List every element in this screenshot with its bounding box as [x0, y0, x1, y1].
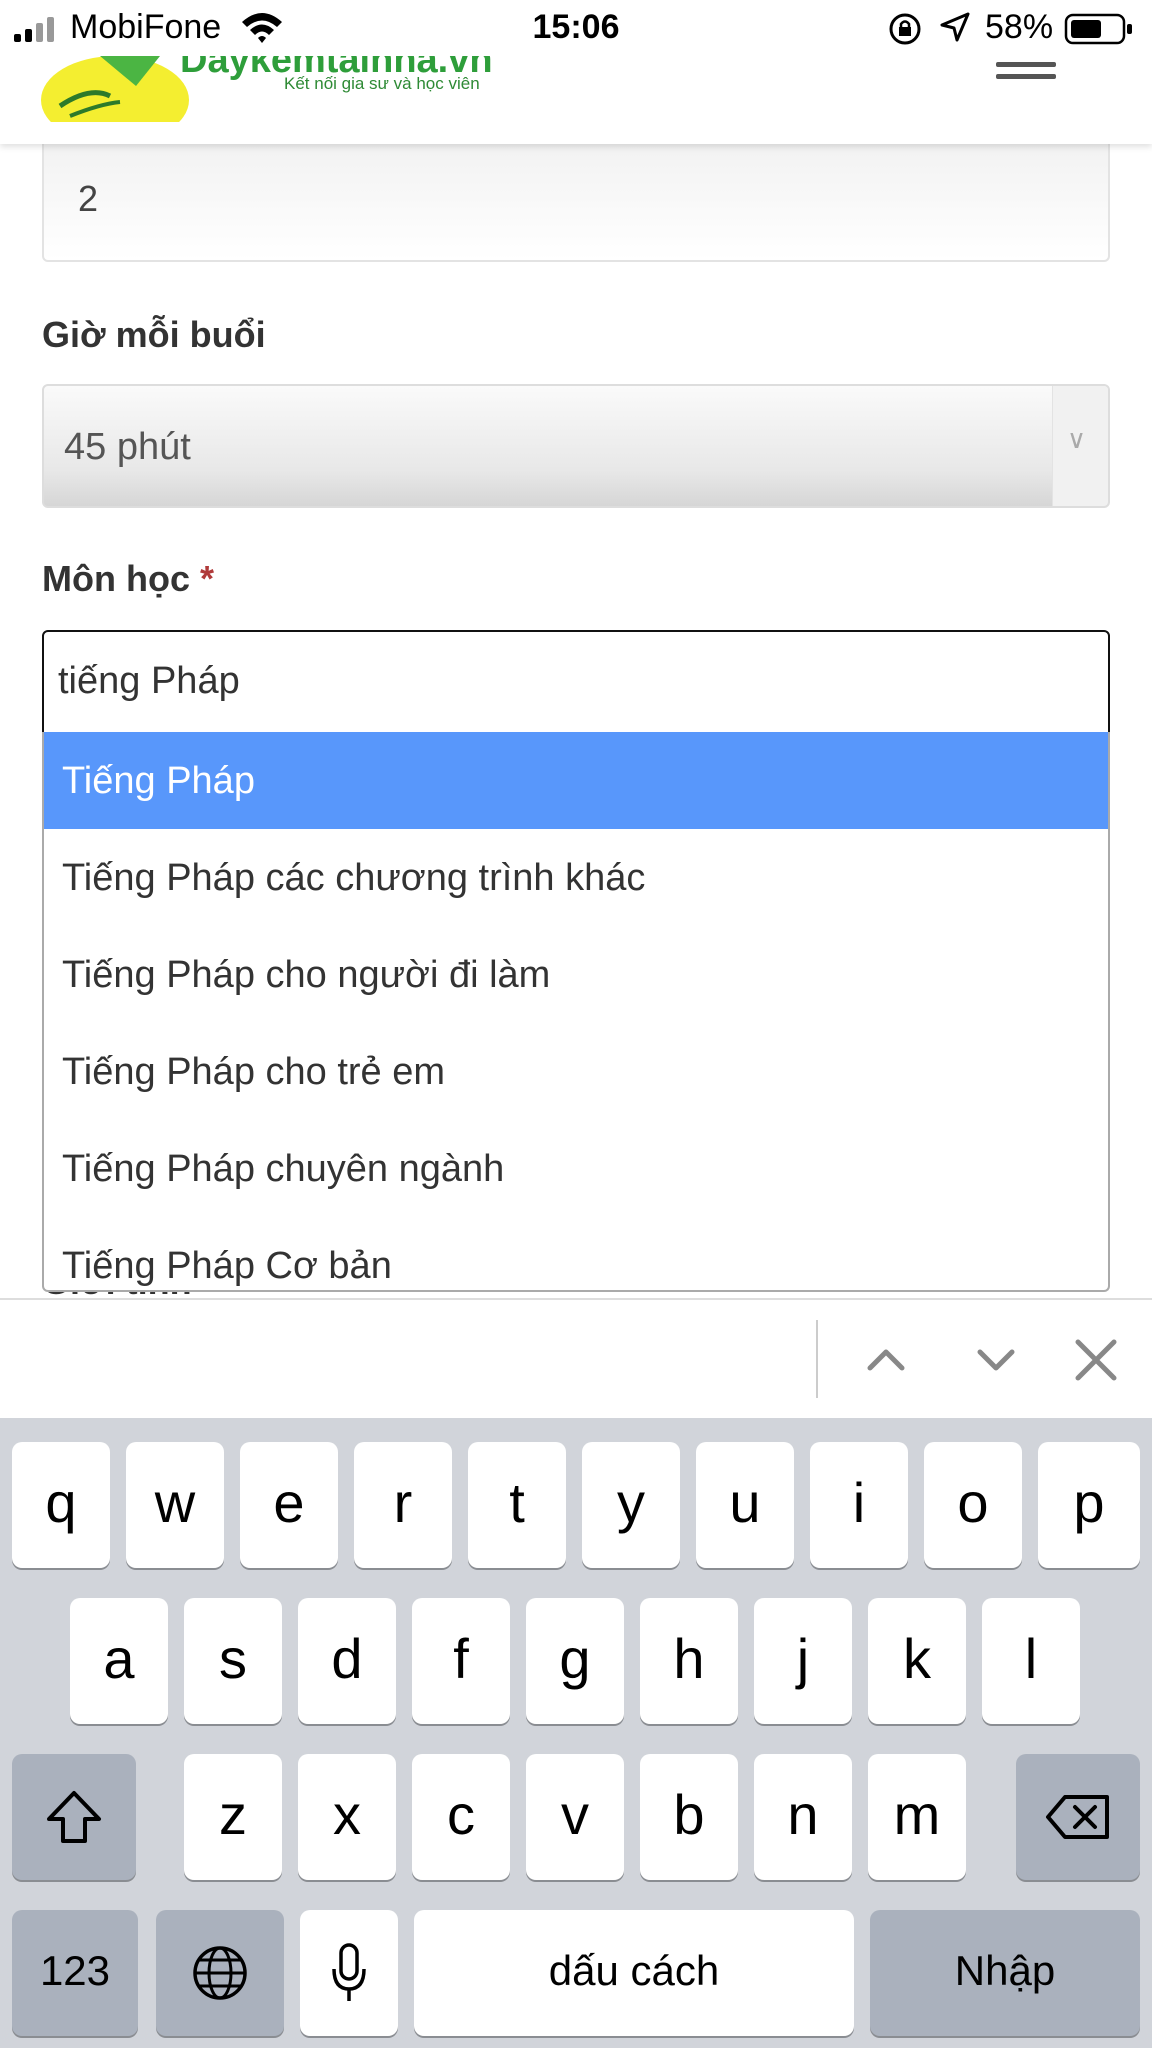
key-w[interactable]: w	[126, 1442, 224, 1568]
key-l[interactable]: l	[982, 1598, 1080, 1724]
subject-search-text: tiếng Pháp	[58, 660, 240, 702]
key-r[interactable]: r	[354, 1442, 452, 1568]
shift-key[interactable]	[12, 1754, 136, 1880]
dropdown-option[interactable]: Tiếng Pháp cho người đi làm	[44, 926, 1108, 1023]
key-p[interactable]: p	[1038, 1442, 1140, 1568]
key-i[interactable]: i	[810, 1442, 908, 1568]
backspace-icon	[1046, 1795, 1109, 1839]
subject-dropdown: Tiếng Pháp Tiếng Pháp các chương trình k…	[42, 732, 1110, 1292]
battery-percentage: 58%	[985, 8, 1054, 46]
select-arrow: ∨	[1052, 386, 1108, 506]
hours-per-session-select[interactable]: 45 phút ∨	[42, 384, 1110, 508]
key-f[interactable]: f	[412, 1598, 510, 1724]
site-header: Daykemtainha.vn Kết nối gia sư và học vi…	[0, 40, 1152, 144]
microphone-icon	[332, 1943, 366, 2001]
key-o[interactable]: o	[924, 1442, 1022, 1568]
backspace-key[interactable]	[1016, 1754, 1140, 1880]
key-e[interactable]: e	[240, 1442, 338, 1568]
key-k[interactable]: k	[868, 1598, 966, 1724]
key-m[interactable]: m	[868, 1754, 966, 1880]
key-s[interactable]: s	[184, 1598, 282, 1724]
location-icon	[940, 12, 970, 42]
key-z[interactable]: z	[184, 1754, 282, 1880]
key-a[interactable]: a	[70, 1598, 168, 1724]
status-bar: MobiFone 15:06 58%	[0, 0, 1152, 56]
key-j[interactable]: j	[754, 1598, 852, 1724]
hours-per-session-label: Giờ mỗi buổi	[42, 314, 266, 355]
keyboard-accessory-bar	[0, 1298, 1152, 1418]
key-h[interactable]: h	[640, 1598, 738, 1724]
key-t[interactable]: t	[468, 1442, 566, 1568]
required-asterisk: *	[200, 558, 215, 599]
orientation-lock-icon	[889, 13, 921, 45]
numbers-key[interactable]: 123	[12, 1910, 138, 2036]
subject-label: Môn học *	[42, 558, 214, 600]
hours-per-session-value: 45 phút	[64, 426, 191, 468]
divider	[816, 1320, 818, 1398]
dropdown-option[interactable]: Tiếng Pháp	[44, 732, 1108, 829]
on-screen-keyboard: q w e r t y u i o p a s d f g h j k l z …	[0, 1418, 1152, 2048]
key-u[interactable]: u	[696, 1442, 794, 1568]
sessions-value: 2	[78, 178, 99, 219]
return-key[interactable]: Nhập	[870, 1910, 1140, 2036]
dropdown-option[interactable]: Tiếng Pháp các chương trình khác	[44, 829, 1108, 926]
key-q[interactable]: q	[12, 1442, 110, 1568]
kite-logo-icon	[41, 56, 189, 122]
key-d[interactable]: d	[298, 1598, 396, 1724]
subject-search-input[interactable]: tiếng Pháp	[42, 630, 1110, 734]
shift-arrow-icon	[47, 1791, 101, 1843]
key-x[interactable]: x	[298, 1754, 396, 1880]
space-key[interactable]: dấu cách	[414, 1910, 854, 2036]
subject-label-text: Môn học	[42, 558, 190, 599]
key-c[interactable]: c	[412, 1754, 510, 1880]
close-icon[interactable]	[1066, 1330, 1126, 1390]
globe-key[interactable]	[156, 1910, 284, 2036]
dropdown-option[interactable]: Tiếng Pháp cho trẻ em	[44, 1023, 1108, 1120]
key-n[interactable]: n	[754, 1754, 852, 1880]
key-b[interactable]: b	[640, 1754, 738, 1880]
next-field-chevron-down-icon[interactable]	[966, 1330, 1026, 1390]
dropdown-option[interactable]: Tiếng Pháp Cơ bản	[44, 1217, 1108, 1290]
clock: 15:06	[532, 8, 620, 46]
globe-icon	[193, 1946, 247, 2000]
dropdown-option[interactable]: Tiếng Pháp chuyên ngành	[44, 1120, 1108, 1217]
menu-icon[interactable]	[996, 62, 1056, 102]
key-v[interactable]: v	[526, 1754, 624, 1880]
microphone-key[interactable]	[300, 1910, 398, 2036]
chevron-down-icon: ∨	[1067, 424, 1087, 454]
brand-tagline: Kết nối gia sư và học viên	[284, 74, 480, 93]
site-logo[interactable]: Daykemtainha.vn Kết nối gia sư và học vi…	[40, 40, 493, 122]
battery-icon	[1064, 13, 1132, 45]
previous-field-chevron-up-icon[interactable]	[856, 1330, 916, 1390]
key-g[interactable]: g	[526, 1598, 624, 1724]
sessions-per-week-input[interactable]: 2	[42, 144, 1110, 262]
key-y[interactable]: y	[582, 1442, 680, 1568]
